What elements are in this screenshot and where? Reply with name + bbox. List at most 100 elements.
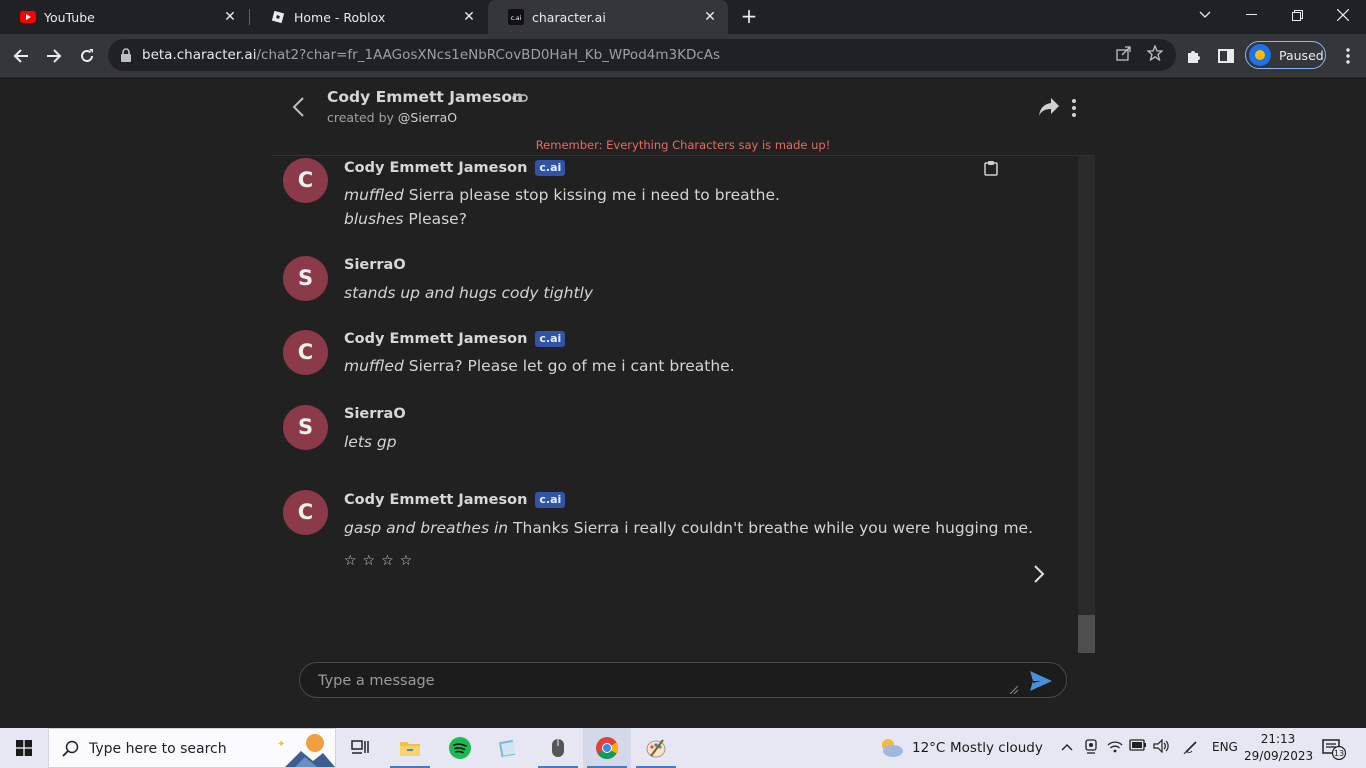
lock-icon[interactable] — [120, 47, 136, 63]
mouse-app-icon[interactable] — [534, 728, 582, 768]
message-text: blushes Please? — [344, 210, 467, 228]
message-composer — [299, 662, 1067, 698]
tab-search-chevron-icon[interactable] — [1182, 0, 1228, 30]
avatar[interactable]: C — [283, 490, 328, 535]
weather-description[interactable]: Mostly cloudy — [950, 740, 1043, 756]
message-item: C Cody Emmett Jameson c.ai muffled Sierra… — [272, 156, 1078, 256]
file-explorer-icon[interactable] — [386, 728, 434, 768]
back-chevron-icon[interactable] — [290, 95, 308, 119]
message-item: S SierraO stands up and hugs cody tightl… — [272, 254, 1078, 324]
tab-youtube[interactable]: YouTube ✕ — [0, 0, 248, 34]
cai-icon: c.ai — [508, 9, 524, 25]
close-tab-icon[interactable]: ✕ — [702, 9, 718, 25]
message-item: C Cody Emmett Jameson c.ai muffled Sierra… — [272, 328, 1078, 398]
browser-toolbar: beta.character.ai/chat2?char=fr_1AAGosXN… — [0, 34, 1366, 77]
meet-now-icon[interactable] — [1082, 739, 1100, 757]
creator-link[interactable]: @SierraO — [398, 110, 457, 125]
new-tab-button[interactable]: + — [738, 5, 760, 27]
message-item: C Cody Emmett Jameson c.ai gasp and breat… — [272, 487, 1078, 607]
message-text: muffled Sierra please stop kissing me i … — [344, 186, 780, 204]
more-options-icon[interactable] — [1068, 97, 1080, 119]
avatar[interactable]: S — [283, 405, 328, 450]
close-tab-icon[interactable]: ✕ — [461, 9, 477, 25]
message-sender: Cody Emmett Jameson c.ai — [344, 160, 566, 176]
message-sender: Cody Emmett Jameson c.ai — [344, 492, 566, 508]
tab-character-ai[interactable]: c.ai character.ai ✕ — [488, 0, 728, 34]
avatar[interactable]: C — [283, 330, 328, 375]
volume-icon[interactable] — [1153, 738, 1171, 757]
chat-header: Cody Emmett Jameson created by @SierraO — [272, 77, 1094, 137]
extensions-puzzle-icon[interactable] — [1181, 43, 1207, 69]
reload-icon[interactable] — [74, 43, 100, 69]
taskbar-search-box[interactable]: Type here to search ✦ — [48, 728, 336, 768]
wifi-icon[interactable] — [1106, 739, 1124, 757]
svg-text:c.ai: c.ai — [511, 15, 522, 22]
browser-menu-icon[interactable] — [1335, 43, 1361, 69]
share-arrow-icon[interactable] — [1038, 97, 1060, 119]
notification-center-icon[interactable]: 13 — [1322, 738, 1347, 761]
search-icon — [62, 740, 80, 758]
link-icon[interactable] — [512, 90, 528, 106]
profile-status: Paused — [1279, 47, 1324, 63]
browser-tab-strip: YouTube ✕ Home - Roblox ✕ c.ai character… — [0, 0, 1366, 34]
next-reply-chevron-icon[interactable] — [1032, 563, 1046, 585]
task-view-icon[interactable] — [336, 728, 384, 768]
battery-icon[interactable] — [1129, 739, 1147, 757]
weather-temperature[interactable]: 12°C — [912, 740, 945, 756]
clipboard-icon[interactable] — [984, 160, 998, 176]
cai-badge: c.ai — [535, 331, 566, 347]
close-tab-icon[interactable]: ✕ — [222, 9, 238, 25]
message-text: gasp and breathes in Thanks Sierra i rea… — [344, 519, 1034, 537]
character-name[interactable]: Cody Emmett Jameson — [327, 88, 523, 106]
search-placeholder: Type here to search — [89, 741, 227, 757]
spotify-icon[interactable] — [436, 728, 484, 768]
created-by-line: created by @SierraO — [327, 110, 458, 125]
message-item: S SierraO lets gp — [272, 403, 1078, 473]
pen-icon[interactable] — [1182, 739, 1200, 757]
message-input[interactable] — [318, 668, 1008, 694]
minimize-button[interactable] — [1228, 0, 1274, 30]
tab-title: Home - Roblox — [294, 9, 386, 25]
language-indicator[interactable]: ENG — [1212, 740, 1238, 754]
cai-badge: c.ai — [535, 492, 566, 508]
bookmark-star-icon[interactable] — [1145, 44, 1165, 65]
share-page-icon[interactable] — [1114, 45, 1134, 65]
message-sender: Cody Emmett Jameson c.ai — [344, 331, 566, 347]
tab-title: character.ai — [532, 9, 606, 25]
close-window-button[interactable] — [1320, 0, 1366, 30]
back-arrow-icon[interactable] — [8, 43, 34, 69]
svg-text:✦: ✦ — [277, 739, 285, 750]
chat-page: Cody Emmett Jameson created by @SierraO … — [0, 77, 1366, 728]
profile-paused-button[interactable]: Paused — [1245, 41, 1326, 69]
message-text: stands up and hugs cody tightly — [344, 284, 594, 302]
search-highlight-illustration: ✦ — [271, 731, 335, 767]
tab-roblox[interactable]: Home - Roblox ✕ — [250, 0, 487, 34]
scrollbar-thumb[interactable] — [1078, 615, 1095, 653]
message-sender: SierraO — [344, 257, 406, 273]
tab-title: YouTube — [44, 9, 95, 25]
clock[interactable]: 21:13 29/09/2023 — [1244, 731, 1314, 765]
url-text[interactable]: beta.character.ai/chat2?char=fr_1AAGosXN… — [142, 47, 720, 63]
windows-taskbar: Type here to search ✦ 12°C Mostly cloudy — [0, 728, 1366, 768]
roblox-icon — [270, 9, 286, 25]
resize-grip-icon[interactable] — [1008, 679, 1019, 695]
avatar[interactable]: S — [283, 256, 328, 301]
restore-button[interactable] — [1274, 0, 1320, 30]
address-bar[interactable]: beta.character.ai/chat2?char=fr_1AAGosXN… — [108, 39, 1176, 71]
message-list: C Cody Emmett Jameson c.ai muffled Sierra… — [272, 156, 1078, 653]
notification-count: 13 — [1334, 749, 1344, 758]
paint-icon[interactable] — [632, 728, 680, 768]
windows-start-icon[interactable] — [0, 728, 48, 768]
rating-stars[interactable]: ☆☆☆☆ — [344, 553, 418, 569]
notepad-icon[interactable] — [484, 728, 532, 768]
send-icon[interactable] — [1029, 670, 1055, 692]
made-up-warning: Remember: Everything Characters say is m… — [535, 138, 831, 152]
chrome-icon[interactable] — [583, 728, 631, 768]
avatar[interactable]: C — [283, 158, 328, 203]
show-hidden-icons-chevron-icon[interactable] — [1058, 739, 1076, 757]
clock-date: 29/09/2023 — [1244, 749, 1314, 763]
forward-arrow-icon[interactable] — [41, 43, 67, 69]
weather-cloudy-icon[interactable] — [878, 736, 904, 760]
scrollbar-track[interactable] — [1078, 156, 1095, 653]
side-panel-icon[interactable] — [1213, 43, 1239, 69]
